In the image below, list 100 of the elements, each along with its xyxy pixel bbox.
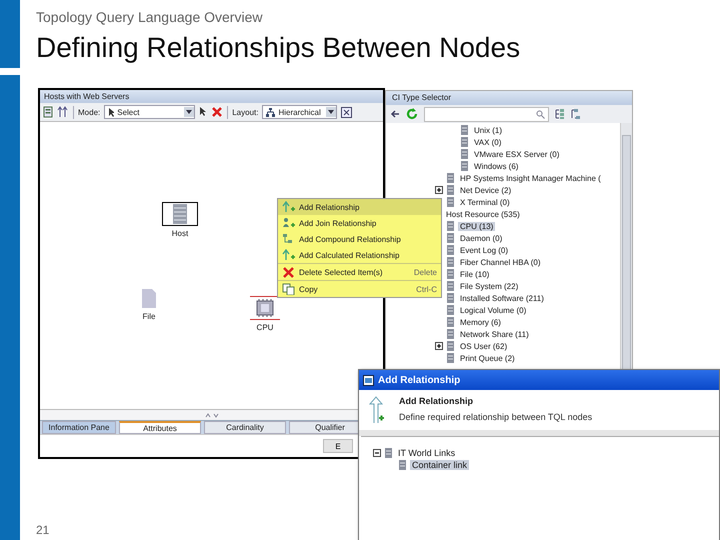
- mode-dropdown[interactable]: Select: [104, 105, 196, 119]
- item-icon: [460, 149, 469, 159]
- layout-dropdown[interactable]: Hierarchical: [262, 105, 338, 119]
- caret-icon: [326, 107, 336, 117]
- layout-label: Layout:: [232, 108, 258, 116]
- arrow-up-icon: [367, 396, 385, 424]
- item-icon: [460, 137, 469, 147]
- menu-item[interactable]: Add Join Relationship: [278, 215, 441, 231]
- accent-bar: [0, 0, 20, 68]
- item-icon: [446, 245, 455, 255]
- caret-icon: [184, 107, 194, 117]
- tree-item[interactable]: Net Device (2): [458, 186, 514, 194]
- tree-item[interactable]: Installed Software (211): [458, 294, 546, 302]
- pointer-icon[interactable]: [199, 107, 208, 117]
- refresh-icon[interactable]: [406, 108, 418, 120]
- page-number: 21: [36, 523, 50, 537]
- tab[interactable]: Information Pane: [42, 421, 116, 434]
- pointer-icon: [108, 108, 114, 116]
- tree-item[interactable]: IT World Links: [396, 448, 458, 458]
- item-icon: [446, 293, 455, 303]
- menu-item[interactable]: Add Compound Relationship: [278, 231, 441, 247]
- item-icon: [398, 460, 407, 470]
- item-icon: [446, 257, 455, 267]
- item-icon: [460, 125, 469, 135]
- calculator-icon[interactable]: [43, 106, 53, 118]
- item-icon: [446, 329, 455, 339]
- item-icon: [446, 173, 455, 183]
- tree-item[interactable]: Daemon (0): [458, 234, 504, 242]
- tree-item[interactable]: Windows (6): [472, 162, 520, 170]
- menu-item[interactable]: Add Calculated Relationship: [278, 247, 441, 263]
- dialog-title: Add Relationship: [378, 374, 460, 386]
- slide-title: Defining Relationships Between Nodes: [36, 32, 520, 64]
- window-icon: [363, 374, 374, 386]
- tree-item[interactable]: Unix (1): [472, 126, 504, 134]
- item-icon: [446, 305, 455, 315]
- dialog-description: Define required relationship between TQL nodes: [399, 412, 592, 422]
- search-field[interactable]: [424, 106, 549, 122]
- mode-label: Mode:: [78, 108, 100, 116]
- item-icon: [446, 341, 455, 351]
- tree-item[interactable]: Print Queue (2): [458, 354, 517, 362]
- item-icon: [446, 269, 455, 279]
- collapse-box-icon[interactable]: [373, 449, 381, 457]
- tab[interactable]: Cardinality: [204, 421, 286, 434]
- tree-expand-icon[interactable]: [555, 109, 565, 119]
- tree-item[interactable]: CPU (13): [458, 222, 496, 230]
- item-icon: [460, 161, 469, 171]
- window-title: Hosts with Web Servers: [40, 90, 383, 103]
- diagram-node[interactable]: Host: [162, 202, 198, 238]
- item-icon: [446, 197, 455, 207]
- item-icon: [446, 185, 455, 195]
- tree-item[interactable]: File (10): [458, 270, 492, 278]
- people-icon: [282, 217, 296, 229]
- tree-item[interactable]: Memory (6): [458, 318, 503, 326]
- fit-icon[interactable]: [341, 106, 352, 118]
- tree-item[interactable]: X Terminal (0): [458, 198, 512, 206]
- expand-box-icon[interactable]: [435, 186, 443, 194]
- chip-icon: [250, 296, 280, 320]
- delete-icon: [282, 266, 296, 278]
- tree-item[interactable]: Network Share (11): [458, 330, 531, 338]
- tree-item[interactable]: File System (22): [458, 282, 520, 290]
- panel-title: CI Type Selector: [386, 91, 632, 105]
- tree-item[interactable]: Fiber Channel HBA (0): [458, 258, 542, 266]
- tree-item[interactable]: Logical Volume (0): [458, 306, 528, 314]
- menu-item[interactable]: Copy Ctrl-C: [278, 280, 441, 297]
- arrows-up-icon[interactable]: [57, 106, 69, 118]
- tree-collapse-icon[interactable]: [571, 109, 581, 119]
- tree-item[interactable]: OS User (62): [458, 342, 510, 350]
- button[interactable]: E: [323, 439, 353, 453]
- delete-icon[interactable]: [211, 106, 224, 118]
- collapse-icon[interactable]: [204, 412, 218, 418]
- tree-item[interactable]: Host Resource (535): [444, 210, 522, 218]
- file-icon: [141, 288, 157, 309]
- back-arrow-icon[interactable]: [390, 109, 400, 119]
- tab[interactable]: Attributes: [119, 421, 201, 434]
- menu-item[interactable]: Add Relationship: [278, 199, 441, 215]
- menu-item[interactable]: Delete Selected Item(s) Delete: [278, 263, 441, 280]
- arrow-up-icon: [282, 201, 296, 213]
- item-icon: [446, 233, 455, 243]
- server-icon: [162, 202, 198, 226]
- diagram-node[interactable]: File: [141, 288, 157, 321]
- copy-icon: [282, 283, 296, 295]
- tree-item[interactable]: VAX (0): [472, 138, 504, 146]
- tree-item[interactable]: VMware ESX Server (0): [472, 150, 562, 158]
- item-icon: [446, 353, 455, 363]
- hierarchy-icon: [266, 108, 276, 116]
- tree-item[interactable]: Event Log (0): [458, 246, 510, 254]
- shortcut-text: Ctrl-C: [416, 284, 437, 294]
- tree-item[interactable]: Container link: [410, 460, 470, 470]
- tree-item[interactable]: HP Systems Insight Manager Machine (: [458, 174, 603, 182]
- dialog-heading: Add Relationship: [399, 396, 474, 406]
- expand-box-icon[interactable]: [435, 342, 443, 350]
- shortcut-text: Delete: [414, 268, 437, 276]
- arrow-up-icon: [282, 249, 296, 261]
- item-icon: [446, 221, 455, 231]
- slide-section-title: Topology Query Language Overview: [36, 9, 262, 25]
- item-icon: [446, 317, 455, 327]
- search-icon: [536, 110, 545, 118]
- item-icon: [446, 281, 455, 291]
- diagram-node[interactable]: CPU: [250, 296, 280, 332]
- item-icon: [384, 448, 393, 458]
